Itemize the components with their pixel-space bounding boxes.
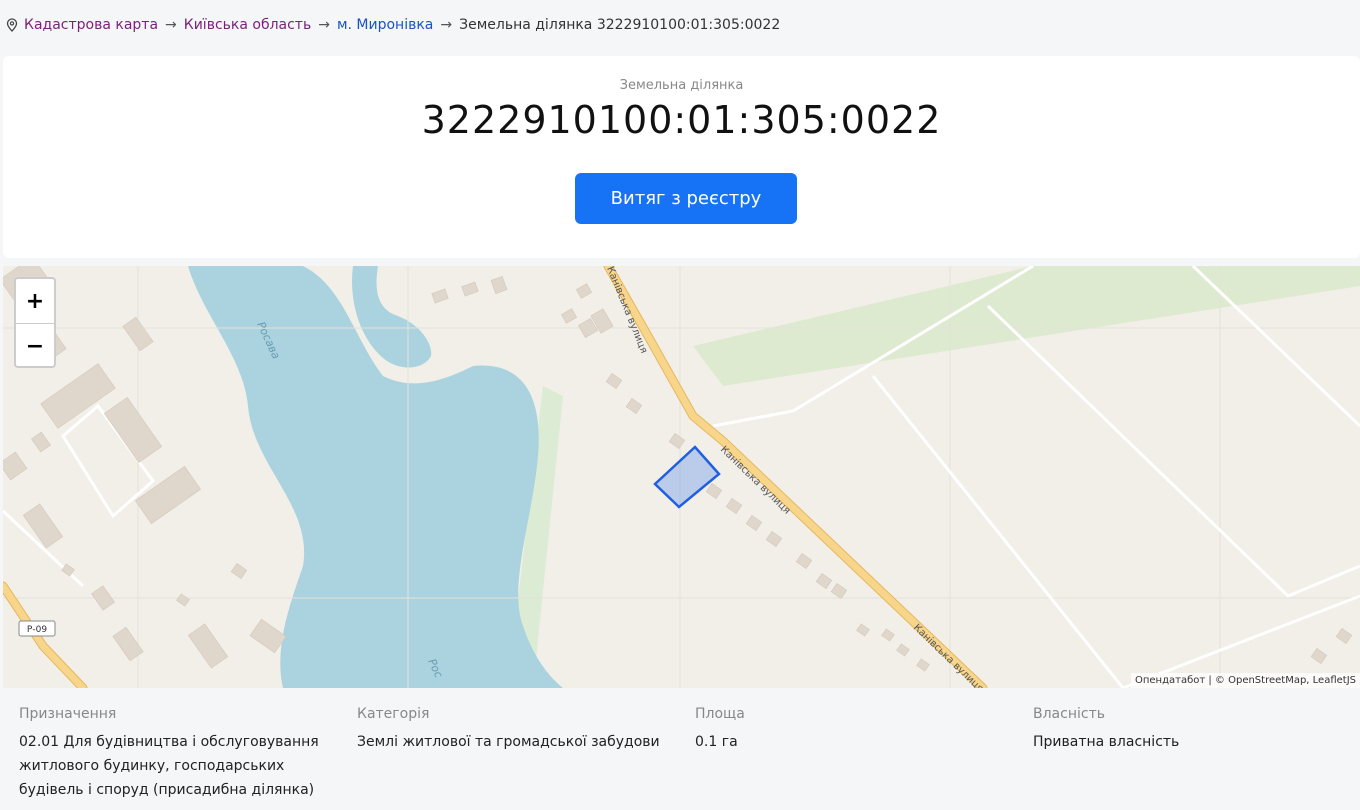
- category-column: Категорія Землі житлової та громадської …: [357, 706, 660, 754]
- category-label: Категорія: [357, 706, 430, 722]
- breadcrumb-current: Земельна ділянка 3222910100:01:305:0022: [459, 17, 781, 33]
- breadcrumb-myronivka[interactable]: м. Миронівка: [337, 17, 433, 33]
- registry-extract-button[interactable]: Витяг з реєстру: [575, 173, 797, 224]
- breadcrumb: Кадастрова карта → Київська область → м.…: [0, 0, 1360, 50]
- page-subtitle: Земельна ділянка: [619, 78, 744, 93]
- zoom-control: + −: [14, 277, 56, 368]
- ownership-column: Власність Приватна власність: [1033, 706, 1179, 754]
- cadastral-map[interactable]: Росава Рос Канівська вулиця Канівська ву…: [3, 266, 1360, 688]
- page-title: 3222910100:01:305:0022: [421, 98, 942, 142]
- purpose-line: будівель і споруд (присадибна ділянка): [19, 782, 315, 798]
- ownership-label: Власність: [1033, 706, 1105, 722]
- parcel-info: Призначення 02.01 Для будівництва і обсл…: [0, 706, 1360, 810]
- breadcrumb-separator: →: [165, 17, 177, 33]
- area-value: 0.1 га: [695, 734, 738, 750]
- map-tiles: Росава Рос Канівська вулиця Канівська ву…: [3, 266, 1360, 688]
- purpose-line: 02.01 Для будівництва і обслуговування: [19, 734, 319, 750]
- parcel-header-card: Земельна ділянка 3222910100:01:305:0022 …: [3, 56, 1360, 258]
- street-label-bottom: Канівська вулиця: [911, 622, 986, 688]
- zoom-out-button[interactable]: −: [16, 324, 54, 368]
- map-attribution: Опендатабот | © OpenStreetMap, LeafletJS: [1130, 673, 1360, 688]
- area-column: Площа 0.1 га: [695, 706, 745, 754]
- breadcrumb-cadastral-map[interactable]: Кадастрова карта: [24, 17, 158, 33]
- road-badge: Р-09: [18, 620, 56, 637]
- purpose-value: 02.01 Для будівництва і обслуговування ж…: [19, 730, 319, 802]
- ownership-value: Приватна власність: [1033, 734, 1180, 750]
- zoom-in-button[interactable]: +: [16, 279, 54, 324]
- svg-text:Р-09: Р-09: [27, 625, 47, 635]
- purpose-line: житлового будинку, господарських: [19, 758, 285, 774]
- street-label-top: Канівська вулиця: [604, 266, 650, 355]
- purpose-label: Призначення: [19, 706, 117, 722]
- area-label: Площа: [695, 706, 745, 722]
- purpose-column: Призначення 02.01 Для будівництва і обсл…: [19, 706, 319, 802]
- breadcrumb-kyiv-region[interactable]: Київська область: [184, 17, 311, 33]
- map-pin-icon: [6, 18, 18, 32]
- parcel-polygon[interactable]: [653, 445, 721, 509]
- breadcrumb-separator: →: [440, 17, 453, 33]
- category-value: Землі житлової та громадської забудови: [357, 734, 660, 750]
- breadcrumb-separator: →: [318, 17, 330, 33]
